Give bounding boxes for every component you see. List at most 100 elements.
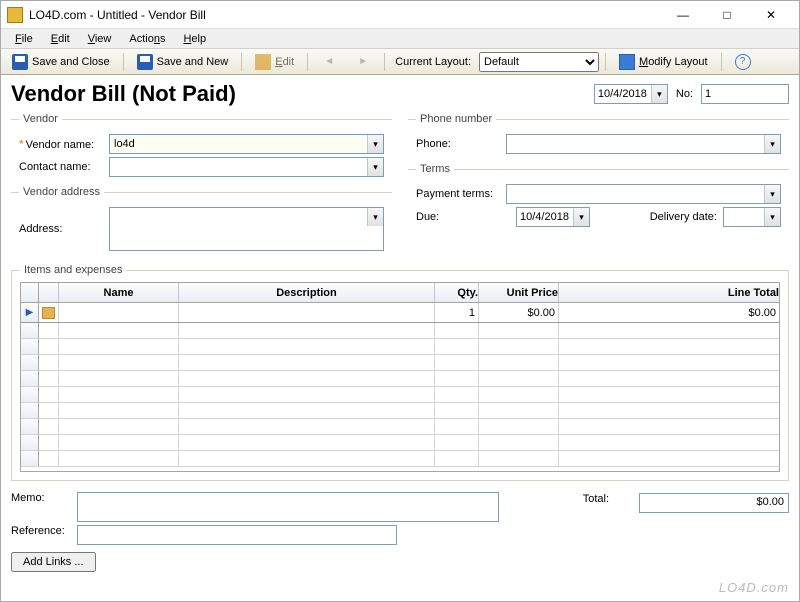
window-title: LO4D.com - Untitled - Vendor Bill	[29, 8, 661, 22]
title-bar: LO4D.com - Untitled - Vendor Bill — □ ✕	[1, 1, 799, 29]
delivery-date-input[interactable]	[724, 211, 764, 223]
menu-edit[interactable]: Edit	[43, 31, 78, 47]
modify-layout-button[interactable]: Modify Layout	[612, 51, 715, 73]
due-label: Due:	[416, 211, 510, 223]
toolbar: Save and Close Save and New Edit ◄ ► Cur…	[1, 49, 799, 75]
table-row[interactable]: ▶ 1 $0.00 $0.00	[21, 303, 779, 323]
chevron-down-icon[interactable]: ▾	[367, 158, 383, 176]
table-row[interactable]	[21, 339, 779, 355]
col-name[interactable]: Name	[59, 283, 179, 302]
chevron-down-icon[interactable]: ▾	[651, 85, 667, 103]
table-row[interactable]	[21, 451, 779, 467]
minimize-button[interactable]: —	[661, 4, 705, 26]
table-row[interactable]	[21, 371, 779, 387]
separator	[307, 53, 308, 71]
layout-icon	[619, 54, 635, 70]
contact-name-input[interactable]	[110, 158, 367, 176]
help-icon: ?	[735, 54, 751, 70]
phone-legend: Phone number	[416, 113, 496, 125]
grid-header: Name Description Qty. Unit Price Line To…	[21, 283, 779, 303]
cell-name[interactable]	[59, 303, 179, 322]
arrow-left-icon: ◄	[321, 54, 337, 70]
arrow-right-icon: ►	[355, 54, 371, 70]
vendor-name-input[interactable]	[110, 135, 367, 153]
cell-unit-price[interactable]: $0.00	[479, 303, 559, 322]
table-row[interactable]	[21, 403, 779, 419]
save-icon	[12, 54, 28, 70]
payment-terms-input[interactable]	[507, 185, 764, 203]
bill-date-field[interactable]: ▾	[594, 84, 668, 104]
no-label: No:	[676, 88, 693, 100]
row-pointer-icon: ▶	[26, 307, 34, 318]
vendor-legend: Vendor	[19, 113, 62, 125]
address-label: Address:	[19, 223, 103, 235]
bill-date-input[interactable]	[595, 88, 651, 100]
chevron-down-icon[interactable]: ▾	[367, 208, 383, 226]
add-links-button[interactable]: Add Links ...	[11, 552, 96, 572]
col-icon[interactable]	[39, 283, 59, 302]
phone-field[interactable]: ▾	[506, 134, 781, 154]
phone-input[interactable]	[507, 135, 764, 153]
chevron-down-icon[interactable]: ▾	[764, 185, 780, 203]
menu-help[interactable]: Help	[175, 31, 214, 47]
maximize-button[interactable]: □	[705, 4, 749, 26]
contact-name-field[interactable]: ▾	[109, 157, 384, 177]
items-legend: Items and expenses	[20, 264, 126, 276]
save-and-new-button[interactable]: Save and New	[130, 51, 236, 73]
current-layout-label: Current Layout:	[391, 56, 475, 68]
col-qty[interactable]: Qty.	[435, 283, 479, 302]
memo-input[interactable]	[77, 492, 499, 522]
menu-file[interactable]: File	[7, 31, 41, 47]
menu-view[interactable]: View	[80, 31, 120, 47]
prev-button: ◄	[314, 51, 344, 73]
separator	[241, 53, 242, 71]
page-title: Vendor Bill (Not Paid)	[11, 81, 236, 107]
table-row[interactable]	[21, 387, 779, 403]
package-icon	[42, 307, 55, 319]
separator	[605, 53, 606, 71]
cell-qty[interactable]: 1	[435, 303, 479, 322]
chevron-down-icon[interactable]: ▾	[764, 208, 780, 226]
table-row[interactable]	[21, 435, 779, 451]
total-value: $0.00	[639, 493, 789, 513]
help-button[interactable]: ?	[728, 51, 758, 73]
due-date-field[interactable]: ▾	[516, 207, 590, 227]
cell-line-total[interactable]: $0.00	[559, 303, 779, 322]
row-selector[interactable]: ▶	[21, 303, 39, 322]
terms-legend: Terms	[416, 163, 454, 175]
chevron-down-icon[interactable]: ▾	[367, 135, 383, 153]
menu-actions[interactable]: Actions	[121, 31, 173, 47]
table-row[interactable]	[21, 419, 779, 435]
chevron-down-icon[interactable]: ▾	[764, 135, 780, 153]
vendor-name-field[interactable]: ▾	[109, 134, 384, 154]
reference-input[interactable]	[77, 525, 397, 545]
app-icon	[7, 7, 23, 23]
contact-name-label: Contact name:	[19, 161, 103, 173]
address-field[interactable]: ▾	[109, 207, 384, 251]
menu-bar: File Edit View Actions Help	[1, 29, 799, 49]
chevron-down-icon[interactable]: ▾	[573, 208, 589, 226]
next-button: ►	[348, 51, 378, 73]
separator	[721, 53, 722, 71]
col-unit-price[interactable]: Unit Price	[479, 283, 559, 302]
save-and-close-button[interactable]: Save and Close	[5, 51, 117, 73]
layout-select[interactable]: Default	[479, 52, 599, 72]
table-row[interactable]	[21, 355, 779, 371]
grid-body[interactable]: ▶ 1 $0.00 $0.00	[21, 303, 779, 471]
row-icon-cell	[39, 303, 59, 322]
phone-label: Phone:	[416, 138, 500, 150]
col-description[interactable]: Description	[179, 283, 435, 302]
address-input[interactable]	[110, 208, 367, 250]
save-icon	[137, 54, 153, 70]
col-selector[interactable]	[21, 283, 39, 302]
due-date-input[interactable]	[517, 211, 573, 223]
cell-desc[interactable]	[179, 303, 435, 322]
payment-terms-field[interactable]: ▾	[506, 184, 781, 204]
close-button[interactable]: ✕	[749, 4, 793, 26]
delivery-date-field[interactable]: ▾	[723, 207, 781, 227]
no-input[interactable]	[701, 84, 789, 104]
col-line-total[interactable]: Line Total	[559, 283, 779, 302]
memo-label: Memo:	[11, 492, 71, 504]
edit-label: Edit	[275, 56, 294, 68]
table-row[interactable]	[21, 323, 779, 339]
